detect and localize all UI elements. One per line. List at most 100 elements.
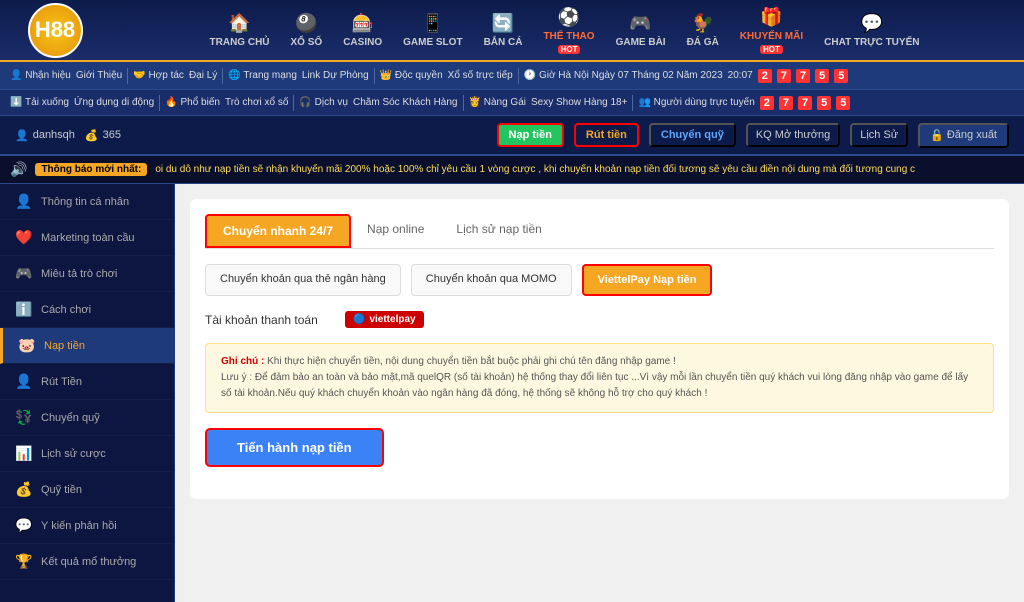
note-line1: Ghi chú : Khi thực hiện chuyển tiền, nội… <box>221 354 978 370</box>
nhan-hieu[interactable]: 👤 Nhận hiệu <box>10 70 71 81</box>
thethao-icon: ⚽ <box>558 7 580 28</box>
gioi-thieu[interactable]: Giới Thiệu <box>76 70 122 81</box>
nav-khuyen-mai[interactable]: 🎁 KHUYẾN MÃI hot <box>732 2 811 59</box>
sidebar-item-lich-su-cuoc[interactable]: 📊 Lịch sử cược <box>0 436 174 472</box>
tab-nap-online[interactable]: Nạp online <box>351 214 440 248</box>
ung-dung-di-dong[interactable]: Ứng dụng di động <box>74 97 154 108</box>
sidebar-ket-qua-label: Kết quả mổ thưởng <box>41 556 136 568</box>
nav-chat[interactable]: 💬 CHAT TRỰC TUYẾN <box>816 8 927 53</box>
nang-gai[interactable]: 👸 Nàng Gái <box>469 97 526 108</box>
sidebar-item-nap-tien[interactable]: 🐷 Nạp tiền <box>0 328 174 364</box>
sidebar-item-chuyen-quy[interactable]: 💱 Chuyển quỹ <box>0 400 174 436</box>
dang-xuat-button[interactable]: 🔓 Đăng xuất <box>918 123 1009 148</box>
nav-items: 🏠 TRANG CHỦ 🎱 XỔ SỐ 🎰 CASINO 📱 GAME SLOT… <box>115 2 1014 59</box>
link-du-phong[interactable]: Link Dự Phòng <box>302 70 369 81</box>
divider7 <box>463 95 464 111</box>
nguoi-dung: 👥 Người dùng trực tuyến <box>638 97 754 108</box>
nap-tien-button[interactable]: Nạp tiền <box>497 123 564 147</box>
note-text1: Khi thực hiện chuyển tiền, nội dung chuy… <box>267 356 676 367</box>
daga-icon: 🐓 <box>691 13 713 34</box>
tab-lich-su-nap[interactable]: Lịch sử nạp tiền <box>440 214 557 248</box>
sidebar: 👤 Thông tin cá nhân ❤️ Marketing toàn cầ… <box>0 184 175 602</box>
nav-da-ga[interactable]: 🐓 ĐÁ GÀ <box>679 8 727 53</box>
ket-qua-icon: 🏆 <box>15 553 33 570</box>
divider4 <box>518 68 519 84</box>
pho-bien[interactable]: 🔥 Phổ biến <box>165 97 220 108</box>
cach-choi-icon: ℹ️ <box>15 301 33 318</box>
sidebar-item-quy-tien[interactable]: 💰 Quỹ tiền <box>0 472 174 508</box>
divider2 <box>222 68 223 84</box>
payment-tabs: Chuyển khoản qua thẻ ngân hàng Chuyển kh… <box>205 264 994 296</box>
sidebar-item-y-kien[interactable]: 💬 Y kiến phản hồi <box>0 508 174 544</box>
chat-icon: 💬 <box>861 13 883 34</box>
speaker-icon: 🔊 <box>10 161 27 178</box>
sidebar-item-cach-choi[interactable]: ℹ️ Cách chơi <box>0 292 174 328</box>
tai-xuong[interactable]: ⬇️ Tải xuống <box>10 97 69 108</box>
nav-khuyen-mai-label: KHUYẾN MÃI <box>740 31 803 42</box>
nav-game-bai[interactable]: 🎮 GAME BÀI <box>608 8 674 53</box>
chuyen-quy-icon: 💱 <box>15 409 33 426</box>
khuyenmai-hot-badge: hot <box>760 45 783 54</box>
user-bar: 👤 danhsqh 💰 365 Nạp tiền Rút tiền Chuyển… <box>0 116 1024 156</box>
tro-choi-xo-so[interactable]: Trò chơi xổ số <box>225 97 288 108</box>
nav-casino[interactable]: 🎰 CASINO <box>335 8 390 53</box>
sidebar-item-rut-tien[interactable]: 👤 Rút Tiền <box>0 364 174 400</box>
sidebar-quy-tien-label: Quỹ tiền <box>41 484 82 496</box>
cham-soc[interactable]: Chăm Sóc Khách Hàng <box>353 97 458 108</box>
note-red-label: Ghi chú : <box>221 356 264 367</box>
xoso-icon: 🎱 <box>295 13 317 34</box>
sidebar-item-mieu-ta[interactable]: 🎮 Miêu tả trò chơi <box>0 256 174 292</box>
tab-ngan-hang[interactable]: Chuyển khoản qua thẻ ngân hàng <box>205 264 401 296</box>
time-digit-3: 7 <box>796 69 810 83</box>
nav-game-bai-label: GAME BÀI <box>616 37 666 48</box>
doc-quyen[interactable]: 👑 Độc quyền <box>380 70 443 81</box>
sidebar-item-thong-tin[interactable]: 👤 Thông tin cá nhân <box>0 184 174 220</box>
quy-tien-icon: 💰 <box>15 481 33 498</box>
gio-ha-noi: 🕐 Giờ Hà Nội Ngày 07 Tháng 02 Năm 2023 <box>524 70 723 81</box>
rut-tien-icon: 👤 <box>15 373 33 390</box>
note-line2: Lưu ý : Để đảm bảo an toàn và bảo mật,mã… <box>221 370 978 402</box>
sub-header-row2: ⬇️ Tải xuống Ứng dụng di động 🔥 Phổ biến… <box>0 90 1024 116</box>
nav-casino-label: CASINO <box>343 37 382 48</box>
tab-momo[interactable]: Chuyển khoản qua MOMO <box>411 264 572 296</box>
nav-game-slot-label: GAME SLOT <box>403 37 462 48</box>
trang-mang[interactable]: 🌐 Trang mạng <box>228 70 297 81</box>
sidebar-item-marketing[interactable]: ❤️ Marketing toàn cầu <box>0 220 174 256</box>
cta-container: Tiến hành nạp tiền <box>205 428 994 467</box>
banca-icon: 🔄 <box>492 13 514 34</box>
logo-circle: H88 <box>28 3 83 58</box>
content-inner: Chuyển nhanh 24/7 Nạp online Lịch sử nạp… <box>190 199 1009 499</box>
divider5 <box>159 95 160 111</box>
dai-ly[interactable]: Đại Lý <box>189 70 217 81</box>
nav-xo-so[interactable]: 🎱 XỔ SỐ <box>283 8 331 53</box>
ticker-label: Thông báo mới nhất: <box>35 163 147 176</box>
tab-chuyen-nhanh[interactable]: Chuyển nhanh 24/7 <box>205 214 351 248</box>
sidebar-item-ket-qua[interactable]: 🏆 Kết quả mổ thưởng <box>0 544 174 580</box>
nav-ban-ca[interactable]: 🔄 BẮN CÁ <box>476 8 531 53</box>
nav-game-slot[interactable]: 📱 GAME SLOT <box>395 8 470 53</box>
casino-icon: 🎰 <box>351 13 373 34</box>
nav-ban-ca-label: BẮN CÁ <box>484 37 523 48</box>
nav-trang-chu[interactable]: 🏠 TRANG CHỦ <box>202 8 278 53</box>
y-kien-icon: 💬 <box>15 517 33 534</box>
nav-the-thao[interactable]: ⚽ THỂ THAO hot <box>535 2 602 59</box>
sexy-show[interactable]: Sexy Show Hàng 18+ <box>531 97 627 108</box>
divider6 <box>293 95 294 111</box>
thethao-hot-badge: hot <box>558 45 581 54</box>
sidebar-lich-su-cuoc-label: Lịch sử cược <box>41 448 106 460</box>
lich-su-cuoc-icon: 📊 <box>15 445 33 462</box>
online-digit-1: 2 <box>760 96 774 110</box>
chuyen-quy-button[interactable]: Chuyển quỹ <box>649 123 736 147</box>
divider3 <box>374 68 375 84</box>
hop-tac[interactable]: 🤝 Hợp tác <box>133 70 184 81</box>
xo-so-truc-tiep[interactable]: Xổ số trực tiếp <box>448 70 513 81</box>
rut-tien-button[interactable]: Rút tiền <box>574 123 639 147</box>
dich-vu[interactable]: 🎧 Dịch vụ <box>299 97 348 108</box>
mo-thuong-button[interactable]: KQ Mở thưởng <box>746 123 840 147</box>
lich-su-button[interactable]: Lịch Sử <box>850 123 908 147</box>
khuyenmai-icon: 🎁 <box>760 7 782 28</box>
proceed-deposit-button[interactable]: Tiến hành nạp tiền <box>205 428 384 467</box>
sidebar-mieu-ta-label: Miêu tả trò chơi <box>41 268 117 280</box>
tab-viettelpay[interactable]: ViettelPay Nạp tiền <box>582 264 713 296</box>
logo[interactable]: H88 <box>10 3 100 58</box>
